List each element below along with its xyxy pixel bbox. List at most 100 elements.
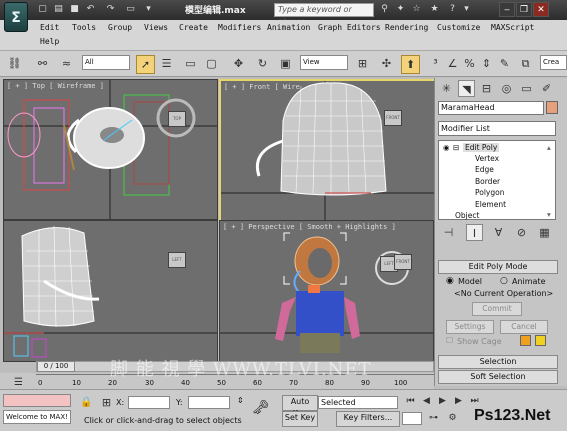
stack-border[interactable]: Border	[475, 177, 500, 186]
auto-key-button[interactable]: Auto Key	[282, 395, 318, 418]
menu-help[interactable]: Help	[40, 37, 59, 46]
hold-icon[interactable]: ▭	[124, 3, 137, 16]
menu-create[interactable]: Create	[179, 23, 208, 32]
soft-selection-rollout[interactable]: Soft Selection	[438, 370, 558, 384]
stack-edit-poly[interactable]: Edit Poly	[463, 143, 500, 152]
key-mode-toggle-icon[interactable]: ⊶	[425, 410, 442, 427]
animate-radio-icon[interactable]: ○	[500, 276, 508, 286]
undo-icon[interactable]: ↶	[84, 3, 97, 16]
selection-lock-icon[interactable]: 🔒	[78, 394, 95, 411]
select-and-manipulate-icon[interactable]: ✣	[378, 55, 395, 72]
commit-button[interactable]: Commit	[472, 302, 522, 316]
app-menu-icon[interactable]: Σ	[4, 2, 28, 32]
cage-selected-color-swatch[interactable]	[535, 335, 546, 346]
show-cage-checkbox[interactable]: ☐	[446, 336, 453, 345]
stack-element[interactable]: Element	[475, 200, 506, 209]
selection-rollout[interactable]: Selection	[438, 355, 558, 369]
reference-coordinate-dropdown[interactable]: View	[300, 55, 348, 70]
quick-access-dropdown-icon[interactable]: ▾	[142, 3, 155, 16]
stack-scroll-up-icon[interactable]: ▴	[547, 143, 551, 152]
object-color-swatch[interactable]	[546, 101, 558, 114]
select-and-move-icon[interactable]: ✥	[230, 55, 247, 72]
set-key-mode-icon[interactable]: 🗝	[252, 400, 270, 416]
modifier-list-dropdown[interactable]: Modifier List	[438, 121, 556, 136]
collapse-icon[interactable]: ⊟	[453, 143, 459, 152]
menu-maxscript[interactable]: MAXScript	[491, 23, 534, 32]
modify-tab-icon[interactable]: ◥	[458, 80, 475, 97]
viewport-top[interactable]: [ + ] Top [ Wireframe ] TOP	[3, 79, 218, 220]
redo-icon[interactable]: ↷	[104, 3, 117, 16]
viewport-top-label[interactable]: [ + ] Top [ Wireframe ]	[7, 82, 104, 90]
favorites-icon[interactable]: ★	[428, 3, 441, 16]
menu-tools[interactable]: Tools	[72, 23, 96, 32]
select-and-rotate-icon[interactable]: ↻	[254, 55, 271, 72]
stack-object[interactable]: Object	[455, 211, 479, 220]
named-selection-input[interactable]: Crea	[540, 55, 567, 70]
communication-center-icon[interactable]: ☆	[410, 3, 423, 16]
menu-animation[interactable]: Animation	[267, 23, 310, 32]
maxscript-listener-pink[interactable]	[3, 394, 71, 407]
create-tab-icon[interactable]: ✳	[438, 80, 455, 97]
menu-customize[interactable]: Customize	[437, 23, 480, 32]
viewport-front[interactable]: [ + ] Front [ Wire FRONT	[219, 79, 436, 222]
time-configuration-icon[interactable]: ⚙	[444, 410, 461, 427]
go-to-start-icon[interactable]: ⏮	[402, 393, 419, 410]
y-coord-field[interactable]	[188, 396, 230, 409]
rectangular-selection-icon[interactable]: ▭	[182, 55, 199, 72]
viewcube-front[interactable]: FRONT	[384, 110, 402, 126]
mirror-icon[interactable]: ⧉	[517, 55, 534, 72]
modifier-stack[interactable]: ◉ ⊟ Edit Poly Vertex Edge Border Polygon…	[438, 140, 556, 220]
current-frame-field[interactable]	[402, 412, 422, 425]
viewcube-perspective-front[interactable]: FRONT	[394, 254, 412, 270]
remove-modifier-icon[interactable]: ⊘	[513, 224, 530, 241]
unlink-icon[interactable]: ⚯	[34, 55, 51, 72]
menu-edit[interactable]: Edit	[40, 23, 59, 32]
snaps-toggle-icon[interactable]: ³	[427, 55, 444, 72]
viewport-perspective-label[interactable]: [ + ] Perspective [ Smooth + Highlights …	[223, 223, 396, 231]
select-and-link-icon[interactable]: ⛓	[6, 55, 23, 72]
set-key-button[interactable]: Set Key	[282, 411, 318, 427]
stack-scroll-down-icon[interactable]: ▾	[547, 210, 551, 219]
open-file-icon[interactable]: ▤	[52, 3, 65, 16]
cage-color-swatch[interactable]	[520, 335, 531, 346]
angle-snap-icon[interactable]: ∠	[444, 55, 461, 72]
utilities-tab-icon[interactable]: ✐	[538, 80, 555, 97]
menu-graph-editors[interactable]: Graph Editors	[318, 23, 381, 32]
maxscript-listener-white[interactable]: Welcome to MAX!	[3, 410, 71, 424]
pivot-center-icon[interactable]: ⊞	[354, 55, 371, 72]
keyboard-shortcut-override-icon[interactable]: ⬆	[401, 55, 420, 74]
save-file-icon[interactable]: ■	[68, 3, 81, 16]
viewport-left[interactable]: LEFT	[3, 220, 218, 362]
minimize-icon[interactable]: ‒	[499, 2, 515, 17]
make-unique-icon[interactable]: ∀	[490, 224, 507, 241]
z-coord-spinner-icon[interactable]: ⇕	[237, 396, 244, 405]
pin-stack-icon[interactable]: ⊣	[440, 224, 457, 241]
play-icon[interactable]: ▶	[434, 393, 451, 410]
cancel-button[interactable]: Cancel	[500, 320, 548, 334]
motion-tab-icon[interactable]: ◎	[498, 80, 515, 97]
viewport-perspective[interactable]: [ + ] Perspective [ Smooth + Highlights …	[219, 220, 434, 362]
help-icon[interactable]: ?	[446, 3, 459, 16]
key-filters-button[interactable]: Key Filters...	[336, 411, 400, 427]
new-file-icon[interactable]: ▢	[36, 3, 49, 16]
window-crossing-icon[interactable]: ▢	[203, 55, 220, 72]
viewcube-left[interactable]: LEFT	[168, 252, 186, 268]
menu-views[interactable]: Views	[144, 23, 168, 32]
viewcube-top[interactable]: TOP	[168, 111, 186, 127]
select-and-scale-icon[interactable]: ▣	[277, 55, 294, 72]
hierarchy-tab-icon[interactable]: ⊟	[478, 80, 495, 97]
stack-polygon[interactable]: Polygon	[475, 188, 504, 197]
subscription-icon[interactable]: ✦	[394, 3, 407, 16]
close-icon[interactable]: ✕	[533, 2, 549, 17]
next-frame-icon[interactable]: ▶	[450, 393, 467, 410]
edit-poly-mode-rollout[interactable]: Edit Poly Mode	[438, 260, 558, 274]
edit-named-selection-icon[interactable]: ✎	[496, 55, 513, 72]
select-by-name-icon[interactable]: ☰	[158, 55, 175, 72]
help-dropdown-icon[interactable]: ▾	[460, 3, 473, 16]
search-input[interactable]: Type a keyword or phrase	[274, 3, 374, 26]
search-icon[interactable]: ⚲	[378, 3, 391, 16]
settings-button[interactable]: Settings	[446, 320, 494, 334]
light-bulb-icon[interactable]: ◉	[443, 143, 450, 152]
menu-rendering[interactable]: Rendering	[385, 23, 428, 32]
selection-filter-dropdown[interactable]: All	[82, 55, 130, 70]
